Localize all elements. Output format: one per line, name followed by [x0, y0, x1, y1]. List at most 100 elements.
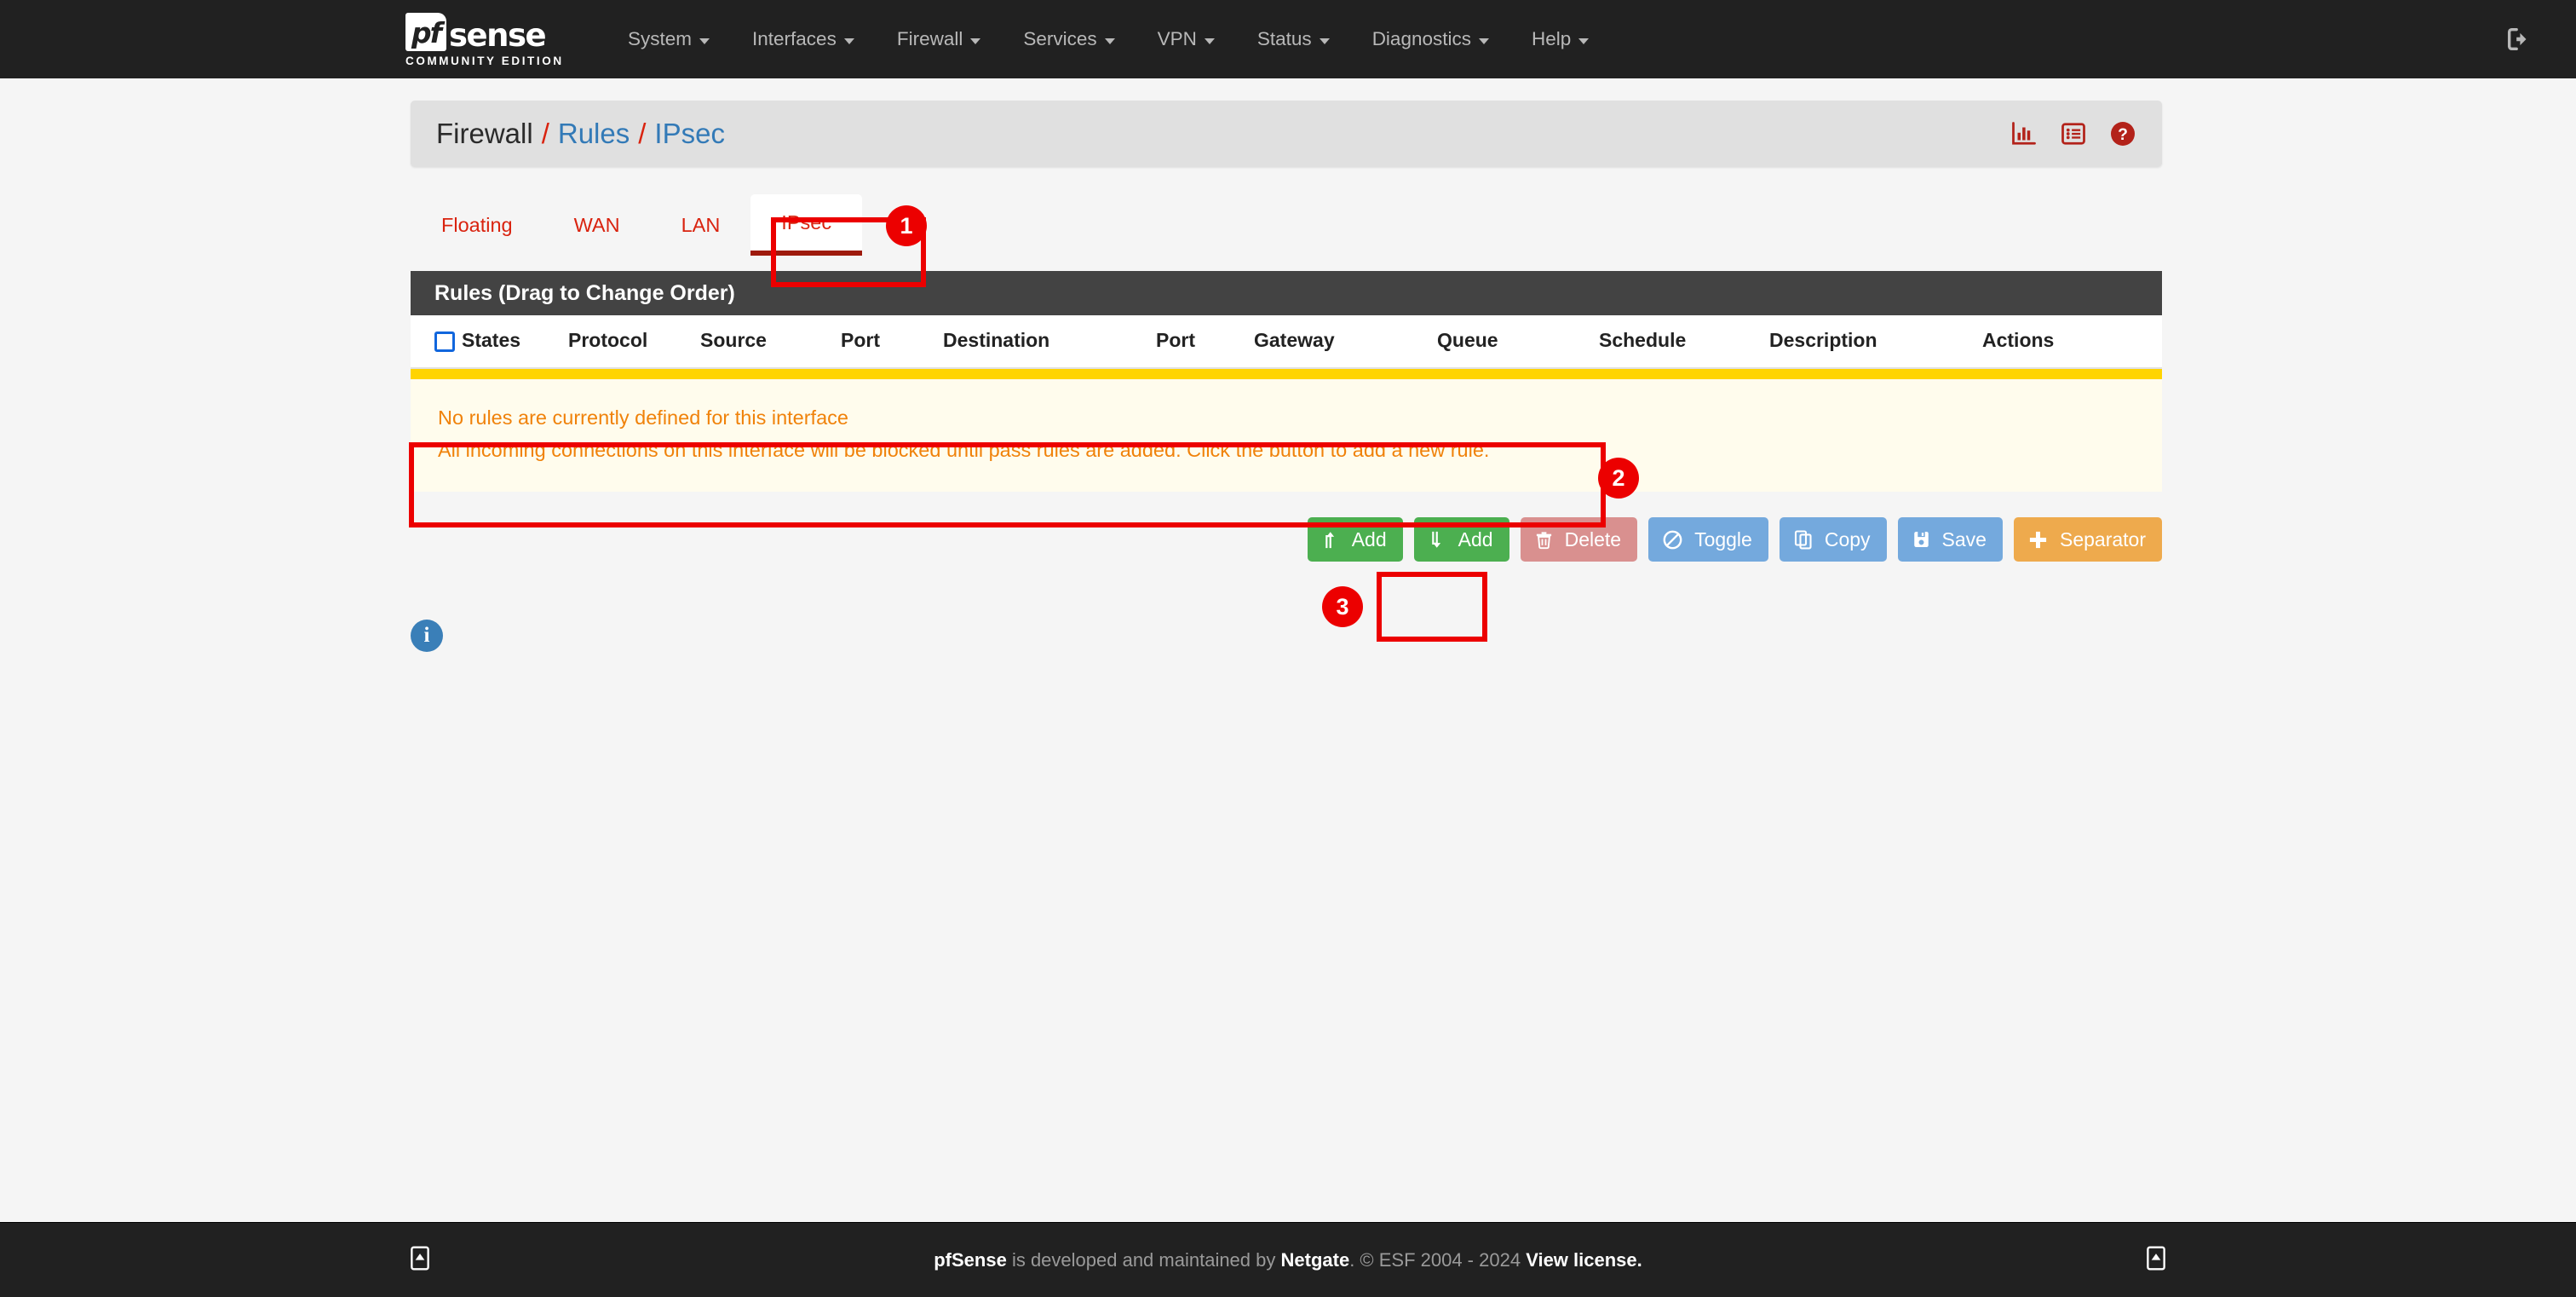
nav-item-interfaces[interactable]: Interfaces — [731, 0, 876, 78]
footer-collapse-left-button[interactable] — [409, 1245, 431, 1275]
nav-item-status[interactable]: Status — [1236, 0, 1351, 78]
footer-company: Netgate — [1281, 1249, 1350, 1271]
breadcrumb-current[interactable]: IPsec — [654, 118, 725, 150]
col-protocol: Protocol — [568, 315, 700, 368]
col-source: Source — [700, 315, 841, 368]
collapse-icon — [409, 1245, 431, 1271]
nav-item-vpn[interactable]: VPN — [1136, 0, 1236, 78]
annotation-badge-2: 2 — [1598, 458, 1639, 499]
nav-item-label: Services — [1023, 28, 1096, 50]
collapse-icon — [2145, 1245, 2167, 1271]
col-port-dst: Port — [1156, 315, 1254, 368]
footer-collapse-right-button[interactable] — [2145, 1245, 2167, 1275]
pfsense-logo[interactable]: pf sense COMMUNITY EDITION — [405, 9, 576, 70]
breadcrumb-separator: / — [542, 118, 549, 150]
rules-panel-title: Rules (Drag to Change Order) — [434, 281, 735, 306]
help-icon: ? — [2109, 120, 2136, 147]
info-circle-icon[interactable]: i — [411, 620, 443, 652]
rules-toolbar: Add Add Delete — [411, 517, 2162, 562]
col-actions: Actions — [1982, 315, 2162, 368]
log-list-icon — [2060, 121, 2087, 147]
brand-logo-row: pf sense — [405, 12, 576, 51]
col-schedule: Schedule — [1599, 315, 1769, 368]
tab-label: Floating — [441, 214, 513, 237]
firewall-log-button[interactable] — [2060, 121, 2087, 147]
chevron-down-icon — [970, 38, 980, 44]
logout-button[interactable] — [2479, 0, 2559, 78]
col-queue: Queue — [1437, 315, 1599, 368]
chevron-down-icon — [1479, 38, 1489, 44]
pf-logo-text: pf — [411, 19, 440, 47]
annotation-badge-3: 3 — [1322, 586, 1363, 627]
content-container: Firewall / Rules / IPsec — [411, 101, 2162, 652]
breadcrumb-separator: / — [638, 118, 646, 150]
copy-button[interactable]: Copy — [1780, 517, 1887, 562]
svg-text:?: ? — [2118, 126, 2128, 144]
header-icon-group: ? — [2010, 120, 2136, 147]
rules-panel: Rules (Drag to Change Order) States Prot… — [411, 271, 2162, 369]
nav-item-help[interactable]: Help — [1510, 0, 1610, 78]
info-glyph: i — [424, 624, 430, 648]
col-description: Description — [1769, 315, 1982, 368]
nav-item-label: Help — [1532, 28, 1571, 50]
button-label: Delete — [1565, 528, 1621, 551]
rules-table: States Protocol Source Port Destination … — [411, 315, 2162, 369]
col-select — [411, 315, 462, 368]
interface-tabs: Floating WAN LAN IPsec — [411, 194, 2162, 256]
breadcrumb-root: Firewall — [436, 118, 533, 150]
nav-item-diagnostics[interactable]: Diagnostics — [1351, 0, 1510, 78]
bar-chart-icon — [2010, 121, 2038, 147]
rules-panel-header: Rules (Drag to Change Order) — [411, 271, 2162, 315]
page-content: Firewall / Rules / IPsec — [0, 78, 2576, 1256]
alert-accent-bar — [411, 369, 2162, 379]
arrow-down-to-line-icon — [1428, 528, 1447, 551]
alert-body: No rules are currently defined for this … — [411, 379, 2162, 492]
footer-license-link[interactable]: View license. — [1526, 1249, 1642, 1271]
nav-item-label: System — [628, 28, 692, 50]
add-rule-bottom-button[interactable]: Add — [1414, 517, 1509, 562]
select-all-checkbox[interactable] — [434, 331, 455, 352]
footer-copyright: . © ESF 2004 - 2024 — [1349, 1249, 1526, 1271]
plus-icon — [2027, 529, 2049, 551]
nav-item-services[interactable]: Services — [1002, 0, 1136, 78]
tab-label: WAN — [574, 214, 620, 237]
arrow-up-to-line-icon — [1321, 528, 1341, 551]
nav-item-system[interactable]: System — [607, 0, 731, 78]
main-navigation: System Interfaces Firewall Services VPN … — [607, 0, 1610, 78]
nav-item-label: Diagnostics — [1372, 28, 1471, 50]
add-rule-top-button[interactable]: Add — [1308, 517, 1403, 562]
tab-floating[interactable]: Floating — [411, 194, 543, 256]
tab-lan[interactable]: LAN — [651, 194, 751, 256]
trash-icon — [1534, 528, 1554, 551]
col-port-src: Port — [841, 315, 943, 368]
tab-ipsec[interactable]: IPsec — [750, 194, 862, 256]
button-label: Toggle — [1694, 528, 1752, 551]
chevron-down-icon — [1105, 38, 1115, 44]
separator-button[interactable]: Separator — [2014, 517, 2162, 562]
help-button[interactable]: ? — [2109, 120, 2136, 147]
chevron-down-icon — [1320, 38, 1330, 44]
button-label: Add — [1352, 528, 1387, 551]
traffic-graph-button[interactable] — [2010, 121, 2038, 147]
nav-item-firewall[interactable]: Firewall — [876, 0, 1003, 78]
tab-wan[interactable]: WAN — [543, 194, 651, 256]
breadcrumb-rules-link[interactable]: Rules — [558, 118, 630, 150]
ban-icon — [1662, 529, 1683, 551]
tab-label: IPsec — [781, 211, 831, 234]
nav-item-label: Firewall — [897, 28, 963, 50]
toggle-button[interactable]: Toggle — [1648, 517, 1768, 562]
logout-icon — [2504, 25, 2533, 54]
delete-button[interactable]: Delete — [1521, 517, 1637, 562]
no-rules-alert: No rules are currently defined for this … — [411, 369, 2162, 492]
footer-mid: is developed and maintained by — [1007, 1249, 1281, 1271]
top-navbar: pf sense COMMUNITY EDITION System Interf… — [0, 0, 2576, 78]
page-header: Firewall / Rules / IPsec — [411, 101, 2162, 167]
nav-item-label: VPN — [1158, 28, 1197, 50]
annotation-badge-1: 1 — [886, 205, 927, 246]
alert-line-2: All incoming connections on this interfa… — [438, 434, 2136, 466]
tab-label: LAN — [681, 214, 721, 237]
save-button[interactable]: Save — [1898, 517, 2003, 562]
nav-item-label: Status — [1257, 28, 1312, 50]
community-edition-label: COMMUNITY EDITION — [405, 55, 576, 67]
sense-logo-text: sense — [449, 20, 545, 50]
